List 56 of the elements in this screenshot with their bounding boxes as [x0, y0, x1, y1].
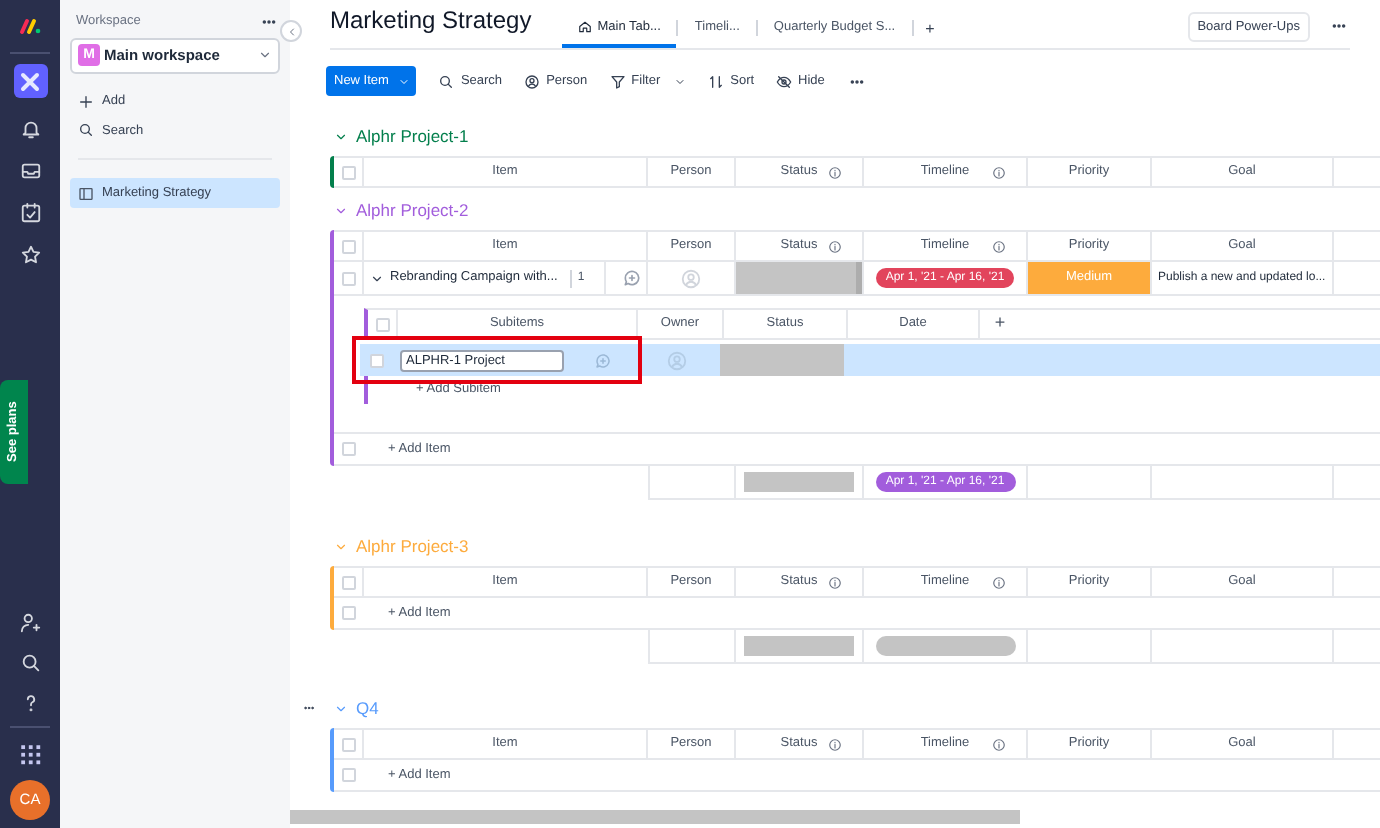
more-icon[interactable] [300, 702, 318, 714]
checkbox[interactable] [342, 442, 356, 456]
info-icon[interactable] [992, 737, 1006, 751]
more-icon[interactable] [1328, 18, 1350, 34]
info-icon[interactable] [828, 165, 842, 179]
checkbox[interactable] [341, 165, 355, 179]
eye-icon [776, 73, 793, 89]
checkbox[interactable] [341, 239, 355, 253]
search-icon [78, 122, 94, 139]
status-summary-bar [744, 472, 854, 492]
group-title[interactable]: Alphr Project-1 [356, 123, 469, 149]
info-icon[interactable] [992, 575, 1006, 589]
add-column-button[interactable]: + [980, 310, 1020, 338]
checkbox[interactable] [341, 271, 355, 285]
sort-icon [708, 73, 725, 89]
plus-icon [78, 93, 94, 110]
calendar-icon[interactable] [19, 202, 41, 224]
status-summary-bar [744, 636, 854, 656]
workspace-icon[interactable] [13, 64, 47, 98]
inbox-icon[interactable] [19, 160, 41, 182]
board-title: Marketing Strategy [330, 4, 532, 38]
bell-icon[interactable] [19, 118, 41, 140]
cross-icon [18, 69, 42, 93]
status-cell[interactable] [720, 344, 844, 376]
add-user-icon[interactable] [19, 612, 41, 634]
caret-icon [398, 75, 411, 87]
info-icon[interactable] [992, 239, 1006, 253]
status-cell[interactable] [736, 262, 856, 294]
search-icon[interactable] [19, 652, 41, 674]
checkbox[interactable] [375, 317, 389, 331]
chevron-icon [285, 25, 297, 37]
search-icon [438, 73, 455, 89]
horizontal-scrollbar[interactable] [290, 810, 1020, 824]
chevron-icon[interactable] [334, 203, 348, 217]
add-tab-button[interactable]: + [913, 10, 947, 48]
chevron-icon[interactable] [370, 271, 384, 285]
caret-icon [674, 75, 687, 87]
info-icon[interactable] [828, 239, 842, 253]
info-icon[interactable] [828, 737, 842, 751]
chevron-icon[interactable] [334, 129, 348, 143]
checkbox[interactable] [342, 768, 356, 782]
home-icon [577, 20, 592, 34]
caret-icon [258, 48, 272, 63]
group-title[interactable]: Alphr Project-2 [356, 197, 469, 223]
board-icon [78, 185, 94, 202]
star-icon[interactable] [19, 244, 41, 266]
info-icon[interactable] [828, 575, 842, 589]
checkbox[interactable] [370, 353, 384, 367]
checkbox[interactable] [342, 606, 356, 620]
checkbox[interactable] [341, 737, 355, 751]
checkbox[interactable] [341, 575, 355, 589]
filter-icon [609, 73, 626, 89]
info-icon[interactable] [992, 165, 1006, 179]
add-update-icon[interactable] [622, 268, 642, 288]
apps-grid-icon[interactable] [17, 742, 43, 768]
person-icon [524, 73, 541, 89]
